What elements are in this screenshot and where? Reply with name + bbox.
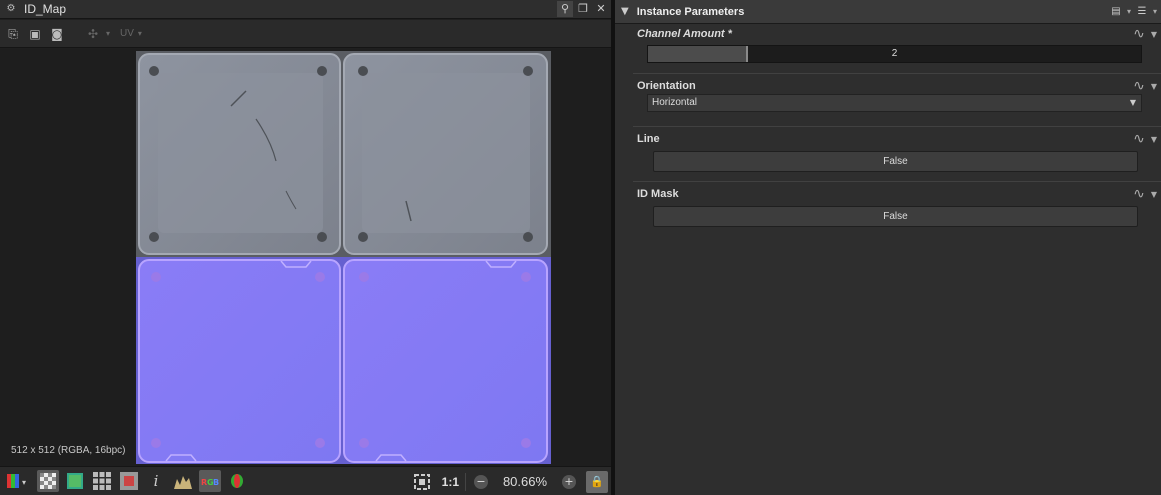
function-graph-icon[interactable]: ∿ [1133,186,1145,202]
copy-icon[interactable]: ⎘ [4,25,22,43]
function-caret-icon[interactable]: ▼ [1151,135,1157,144]
orientation-dropdown[interactable]: Horizontal ▼ [647,94,1142,112]
svg-text:▾: ▾ [22,478,26,487]
svg-text:B: B [213,478,219,487]
line-toggle-button[interactable]: False [653,151,1138,172]
id-mask-label: ID Mask [637,188,679,200]
tile-pattern-icon[interactable] [118,470,140,492]
texture-viewport[interactable]: 512 x 512 (RGBA, 16bpc) [0,49,611,466]
preset-icon[interactable]: ▤ [1109,4,1123,19]
close-icon[interactable]: ✕ [593,1,609,17]
view-toolbar: ⎘ ▣ ◙ ✣ ▾ UV ▾ [0,20,611,48]
param-channel-amount: Channel Amount * ∿ ▼ 2 [633,26,1161,70]
separator [465,472,466,491]
function-graph-icon[interactable]: ∿ [1133,78,1145,94]
parameters-panel: ▼ Instance Parameters ▤ ▾ ☰ ▾ Channel Am… [615,0,1161,495]
2d-view-icon: ⚙ [6,3,16,14]
tiling-caret-icon[interactable]: ▾ [106,29,110,38]
uv-toggle[interactable]: UV [120,28,134,39]
separator [633,126,1161,127]
function-graph-icon[interactable]: ∿ [1133,131,1145,147]
channels-icon[interactable]: ▾ [4,470,32,492]
resolution-info: 512 x 512 (RGBA, 16bpc) [11,445,126,456]
function-caret-icon[interactable]: ▼ [1151,190,1157,199]
params-title: Instance Parameters [636,5,745,18]
pin-icon[interactable]: ⚲ [557,1,573,17]
separator [633,181,1161,182]
2d-view-panel: ⚙ ID_Map ⚲ ❐ ✕ ⎘ ▣ ◙ ✣ ▾ UV ▾ 512 x 512 … [0,0,611,495]
line-label: Line [637,133,660,145]
view-bottombar: ▾ i RGB 1:1 − 80.66% + 🔒 [0,466,611,495]
zoom-out-icon[interactable]: − [474,474,488,489]
list-view-icon[interactable]: ☰ [1135,4,1149,19]
rgb-toggle-icon[interactable]: RGB [199,470,221,492]
view-titlebar: ⚙ ID_Map ⚲ ❐ ✕ [0,0,611,19]
param-id-mask: ID Mask ∿ ▼ False [633,186,1161,232]
color-background-icon[interactable] [64,470,86,492]
view-title: ID_Map [24,2,67,16]
channel-amount-label: Channel Amount * [637,28,732,40]
function-caret-icon[interactable]: ▼ [1151,30,1157,39]
save-icon[interactable]: ▣ [26,25,44,43]
zoom-in-icon[interactable]: + [562,474,576,489]
params-header[interactable]: ▼ Instance Parameters ▤ ▾ ☰ ▾ [615,0,1161,24]
checker-background-icon[interactable] [37,470,59,492]
tile-grid-icon[interactable] [91,470,113,492]
param-orientation: Orientation ∿ ▼ Horizontal ▼ [633,78,1161,120]
collapse-arrow-icon[interactable]: ▼ [621,6,629,17]
function-graph-icon[interactable]: ∿ [1133,26,1145,42]
function-caret-icon[interactable]: ▼ [1151,82,1157,91]
info-icon[interactable]: i [145,470,167,492]
separator [633,73,1161,74]
camera-icon[interactable]: ◙ [48,25,66,43]
id-mask-toggle-button[interactable]: False [653,206,1138,227]
alpha-channel-icon[interactable] [226,470,248,492]
lock-icon[interactable]: 🔒 [586,470,608,493]
param-line: Line ∿ ▼ False [633,131,1161,177]
zoom-level: 80.66% [502,474,548,489]
channel-amount-slider[interactable]: 2 [647,45,1142,63]
orientation-label: Orientation [637,80,696,92]
fit-to-view-icon[interactable] [411,471,433,493]
texture-preview [136,51,551,464]
zoom-1-to-1-button[interactable]: 1:1 [442,475,459,489]
chevron-down-icon: ▼ [1129,98,1136,107]
histogram-icon[interactable] [172,470,194,492]
tiling-icon[interactable]: ✣ [84,25,102,43]
orientation-value: Horizontal [652,97,698,108]
preset-caret-icon[interactable]: ▾ [1127,7,1131,16]
float-window-icon[interactable]: ❐ [575,1,591,17]
list-view-caret-icon[interactable]: ▾ [1153,7,1157,16]
uv-caret-icon[interactable]: ▾ [138,29,142,38]
channel-amount-value: 2 [891,48,898,59]
